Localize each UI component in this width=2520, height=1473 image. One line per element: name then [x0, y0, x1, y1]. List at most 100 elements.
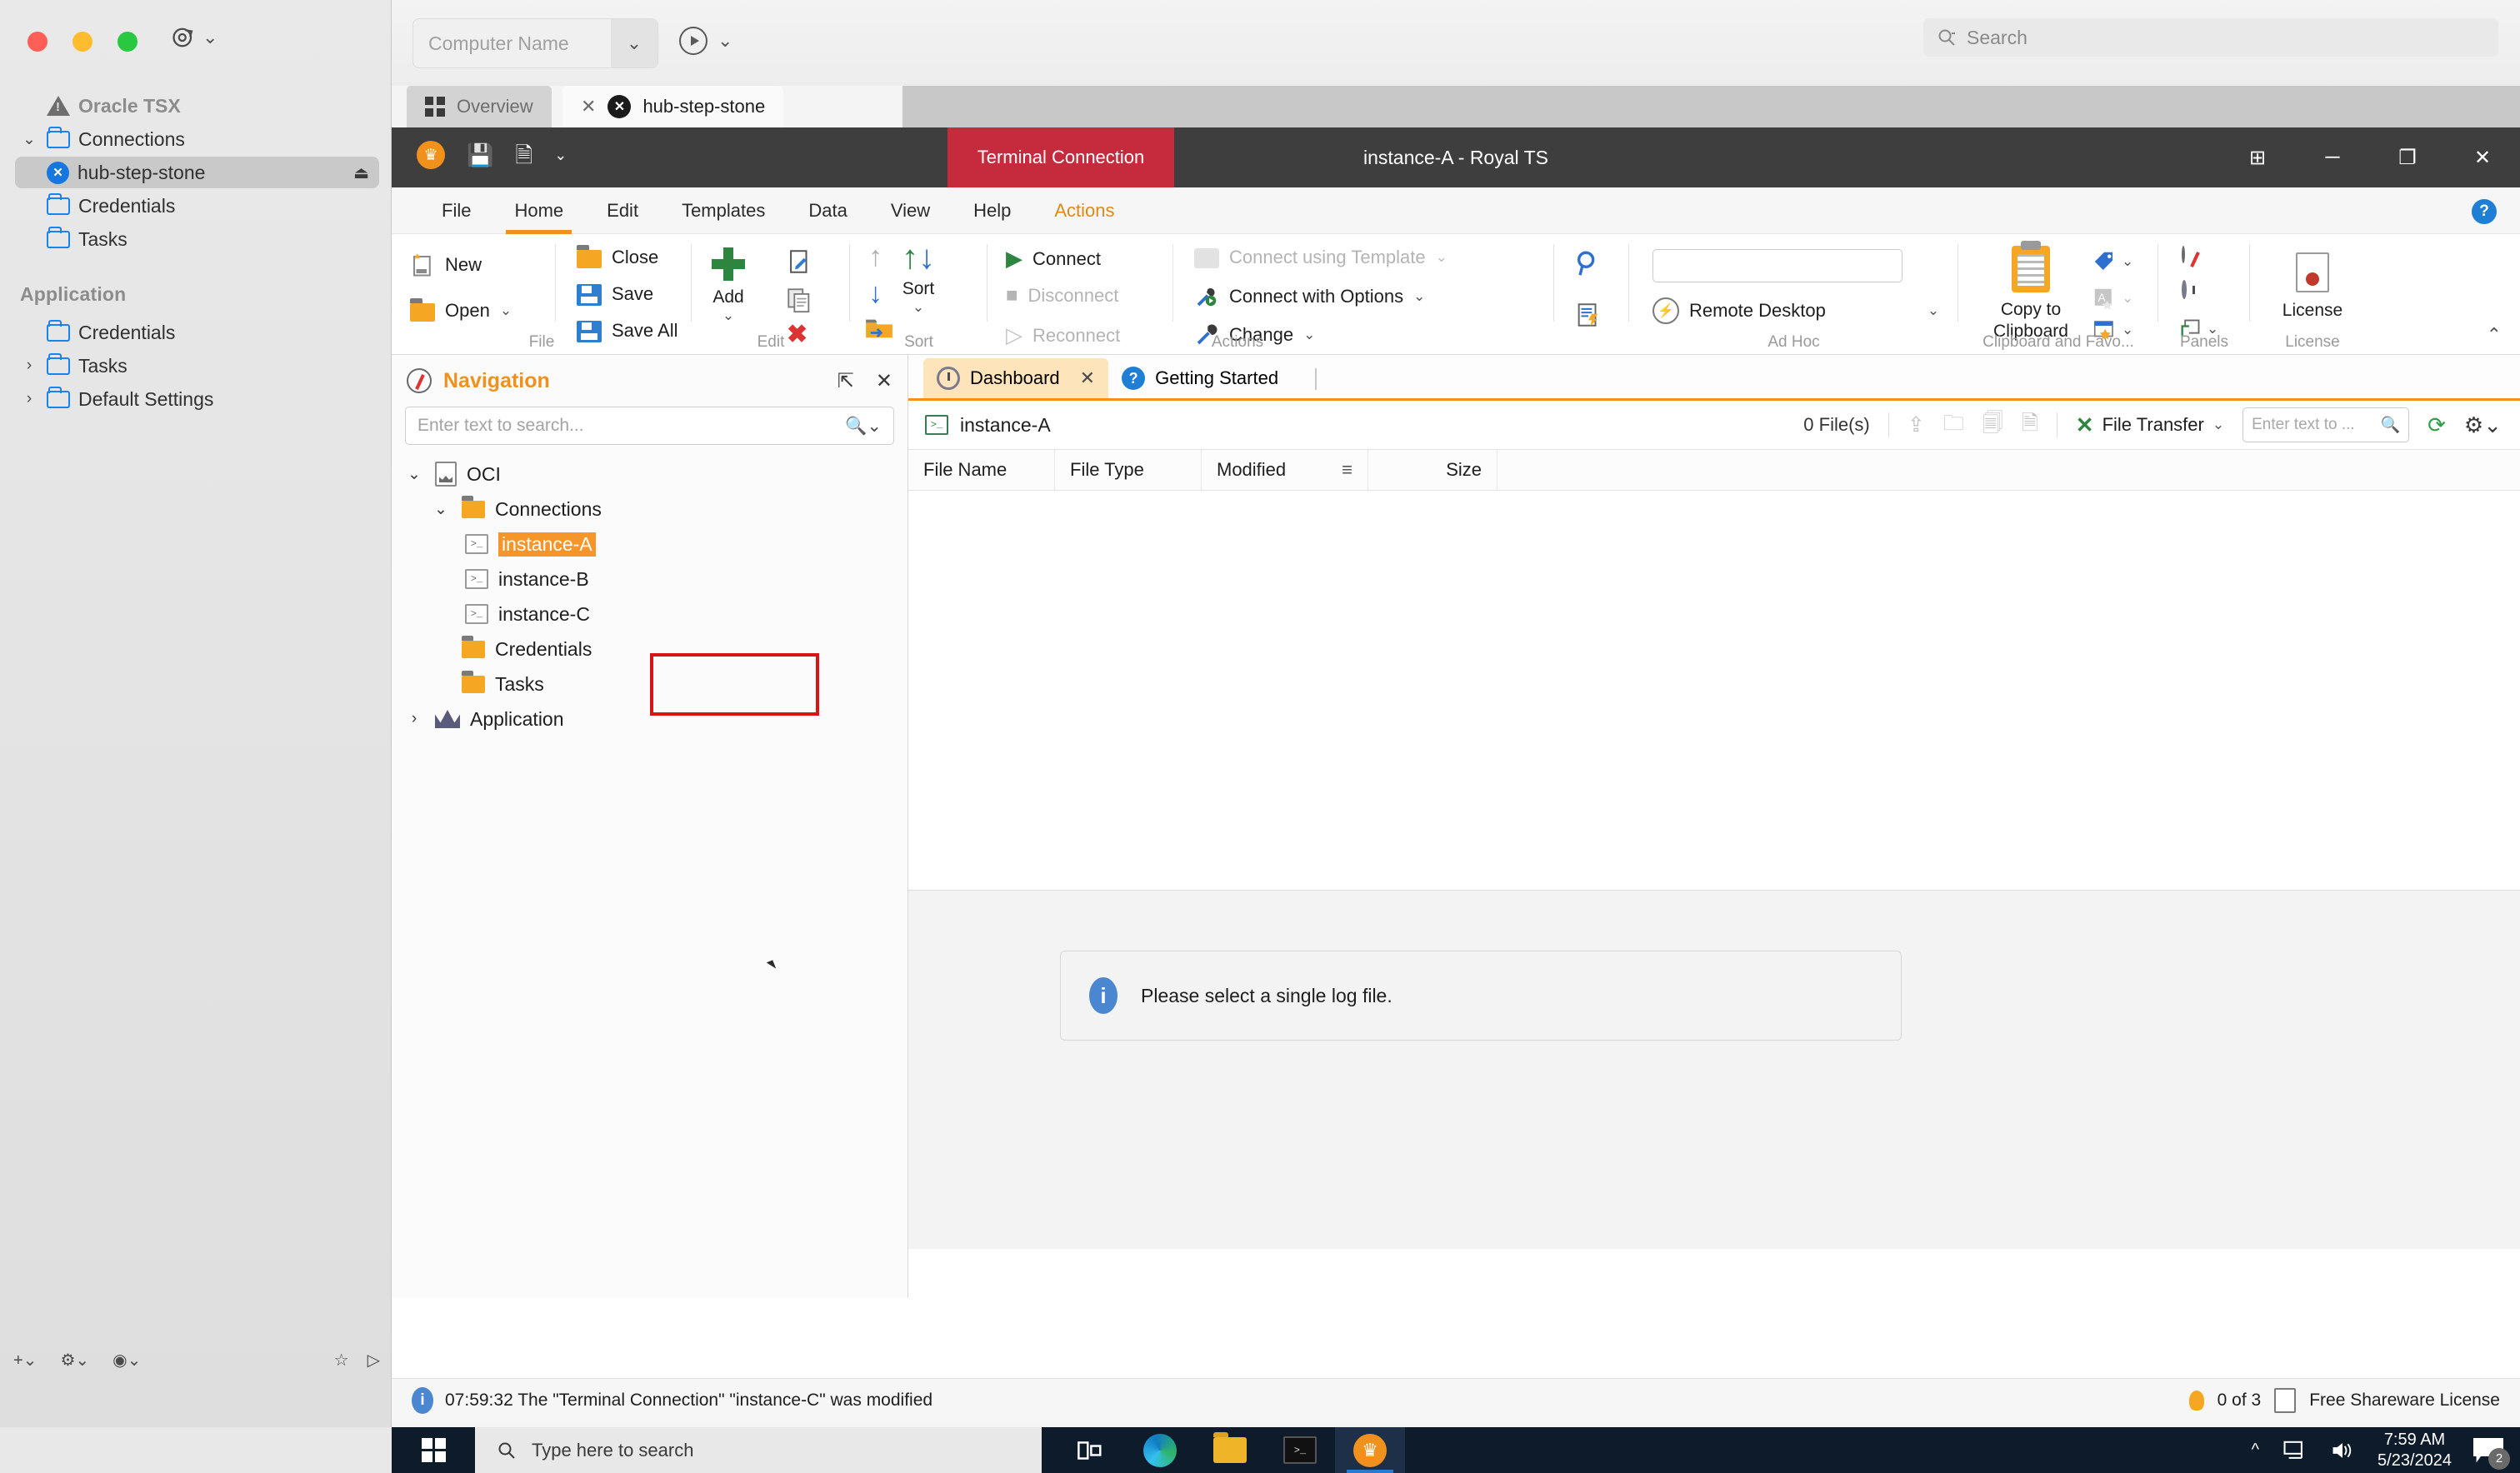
window-traffic-lights[interactable] [28, 32, 138, 52]
tree-item-instance-b[interactable]: >_ instance-B [392, 562, 908, 597]
menu-templates[interactable]: Templates [660, 187, 787, 234]
help-icon[interactable]: ? [2472, 199, 2497, 224]
sidebar-item-hub-step-stone[interactable]: ✕ hub-step-stone ⏏ [15, 157, 379, 188]
settings-gear-icon[interactable]: ⚙⌄ [60, 1350, 89, 1371]
menu-data[interactable]: Data [787, 187, 868, 234]
column-header-file-name[interactable]: File Name [908, 449, 1055, 491]
tab-getting-started[interactable]: ? Getting Started [1108, 358, 1292, 398]
menu-home[interactable]: Home [492, 187, 585, 234]
tab-hub-step-stone[interactable]: ✕ ✕ hub-step-stone [562, 86, 783, 127]
tree-item-instance-a[interactable]: >_ instance-A [392, 527, 908, 562]
eject-icon[interactable]: ⏏ [353, 162, 369, 183]
search-icon[interactable]: 🔍⌄ [845, 416, 882, 437]
connect-icon[interactable]: ◉⌄ [112, 1350, 141, 1371]
save-button[interactable]: Save [577, 282, 653, 306]
chevron-down-icon[interactable]: ⌄ [1413, 288, 1425, 305]
refresh-icon[interactable]: ⟳ [2428, 412, 2446, 438]
tree-item-oci[interactable]: ⌄ OCI [392, 457, 908, 492]
chevron-down-icon[interactable]: ⌄ [403, 465, 425, 484]
license-button[interactable]: License [2275, 252, 2350, 321]
restore-button[interactable]: ❐ [2370, 127, 2445, 187]
close-icon[interactable]: ✕ [1080, 367, 1095, 389]
column-header-file-type[interactable]: File Type [1055, 449, 1202, 491]
tree-item-connections[interactable]: ⌄ Connections [392, 492, 908, 527]
add-button[interactable]: Add ⌄ [712, 247, 745, 324]
close-icon[interactable]: ✕ [581, 96, 596, 117]
menu-file[interactable]: File [420, 187, 492, 234]
host-search-box[interactable]: Search [1923, 18, 2498, 57]
menu-view[interactable]: View [869, 187, 952, 234]
menu-actions[interactable]: Actions [1032, 187, 1136, 234]
menu-help[interactable]: Help [952, 187, 1032, 234]
layout-icon[interactable]: ⊞ [2220, 127, 2295, 187]
chevron-right-icon[interactable]: › [403, 710, 425, 728]
sidebar-item-default-settings[interactable]: › Default Settings [15, 383, 379, 415]
file-list-body[interactable] [908, 491, 2520, 891]
copy-to-clipboard-button[interactable]: Copy to Clipboard [1977, 246, 2085, 343]
network-icon[interactable] [2281, 1439, 2308, 1462]
edit-document-icon[interactable]: 🗎 [515, 144, 532, 166]
collapse-ribbon-button[interactable]: ⌃ [2487, 324, 2502, 346]
minimize-window-button[interactable] [72, 32, 92, 52]
app-status-icon[interactable]: ⌄ [171, 25, 218, 50]
sort-button[interactable]: ↑↓ Sort ⌄ [902, 241, 935, 316]
column-header-size[interactable]: Size [1368, 449, 1498, 491]
tree-item-instance-c[interactable]: >_ instance-C [392, 597, 908, 632]
edge-browser-button[interactable] [1125, 1427, 1195, 1473]
navigation-search-input[interactable]: Enter text to search... 🔍⌄ [405, 407, 894, 445]
connect-with-options-button[interactable]: Connect with Options ⌄ [1194, 284, 1425, 309]
move-down-icon[interactable]: ↓ [868, 279, 882, 307]
find-icon[interactable] [1574, 249, 1602, 282]
gear-icon[interactable]: ⚙⌄ [2464, 412, 2502, 438]
chevron-down-icon[interactable]: ⌄ [430, 500, 452, 519]
tab-overview[interactable]: Overview [407, 86, 552, 127]
add-button[interactable]: +⌄ [13, 1350, 37, 1371]
command-prompt-button[interactable]: >_ [1265, 1427, 1335, 1473]
task-view-button[interactable] [1055, 1427, 1125, 1473]
volume-icon[interactable] [2329, 1439, 2356, 1462]
royal-ts-logo-icon[interactable]: ♛ [417, 141, 445, 169]
file-explorer-button[interactable] [1195, 1427, 1265, 1473]
tag-button[interactable]: ⌄ [2092, 249, 2133, 274]
taskbar-clock[interactable]: 7:59 AM 5/23/2024 [2378, 1430, 2452, 1471]
column-header-modified[interactable]: Modified ≡ [1202, 449, 1368, 491]
start-button[interactable] [392, 1427, 475, 1473]
chevron-right-icon[interactable]: › [20, 357, 38, 375]
save-icon[interactable]: 💾 [467, 144, 493, 166]
sidebar-item-oracle-tsx[interactable]: Oracle TSX [15, 90, 379, 122]
close-window-button[interactable] [28, 32, 48, 52]
dashboard-panel-toggle[interactable] [2182, 282, 2187, 297]
adhoc-computer-input[interactable] [1652, 249, 1902, 282]
menu-edit[interactable]: Edit [585, 187, 660, 234]
new-button[interactable]: New [410, 252, 482, 277]
notification-center-button[interactable]: 2 [2473, 1438, 2503, 1463]
play-icon[interactable]: ▷ [368, 1350, 380, 1371]
open-button[interactable]: Open ⌄ [410, 299, 512, 322]
close-button[interactable]: ✕ [2445, 127, 2520, 187]
connect-button[interactable]: ▶ Connect [1006, 246, 1101, 272]
adhoc-type-dropdown[interactable]: ⚡ Remote Desktop ⌄ [1652, 297, 1939, 324]
show-hidden-icons-chevron-icon[interactable]: ^ [2252, 1441, 2259, 1460]
tab-dashboard[interactable]: Dashboard ✕ [923, 358, 1108, 398]
duplicate-button[interactable] [785, 286, 813, 318]
edit-properties-button[interactable] [785, 247, 813, 280]
royal-ts-taskbar-button[interactable]: ♛ [1335, 1427, 1405, 1473]
chevron-down-icon[interactable]: ⌄ [2212, 417, 2224, 433]
close-button-ribbon[interactable]: Close [577, 246, 658, 268]
chevron-down-icon[interactable]: ⌄ [722, 307, 734, 324]
file-filter-input[interactable]: Enter text to ... 🔍 [2242, 407, 2409, 442]
chevron-down-icon[interactable]: ⌄ [500, 302, 512, 319]
taskbar-search-box[interactable]: Type here to search [475, 1427, 1042, 1473]
connect-play-control[interactable]: ⌄ [679, 27, 732, 55]
customize-qat-chevron-icon[interactable]: ⌄ [554, 147, 567, 162]
chevron-down-icon[interactable]: ⌄ [2122, 253, 2133, 270]
maximize-window-button[interactable] [118, 32, 138, 52]
minimize-button[interactable]: ─ [2295, 127, 2370, 187]
chevron-down-icon[interactable]: ⌄ [20, 130, 38, 149]
play-icon[interactable] [679, 27, 708, 55]
sidebar-item-tasks[interactable]: Tasks [15, 223, 379, 255]
chevron-down-icon[interactable]: ⌄ [611, 19, 658, 67]
chevron-down-icon[interactable]: ⌄ [912, 299, 924, 316]
sidebar-item-app-tasks[interactable]: › Tasks [15, 350, 379, 382]
navigation-panel-toggle[interactable] [2182, 247, 2185, 262]
